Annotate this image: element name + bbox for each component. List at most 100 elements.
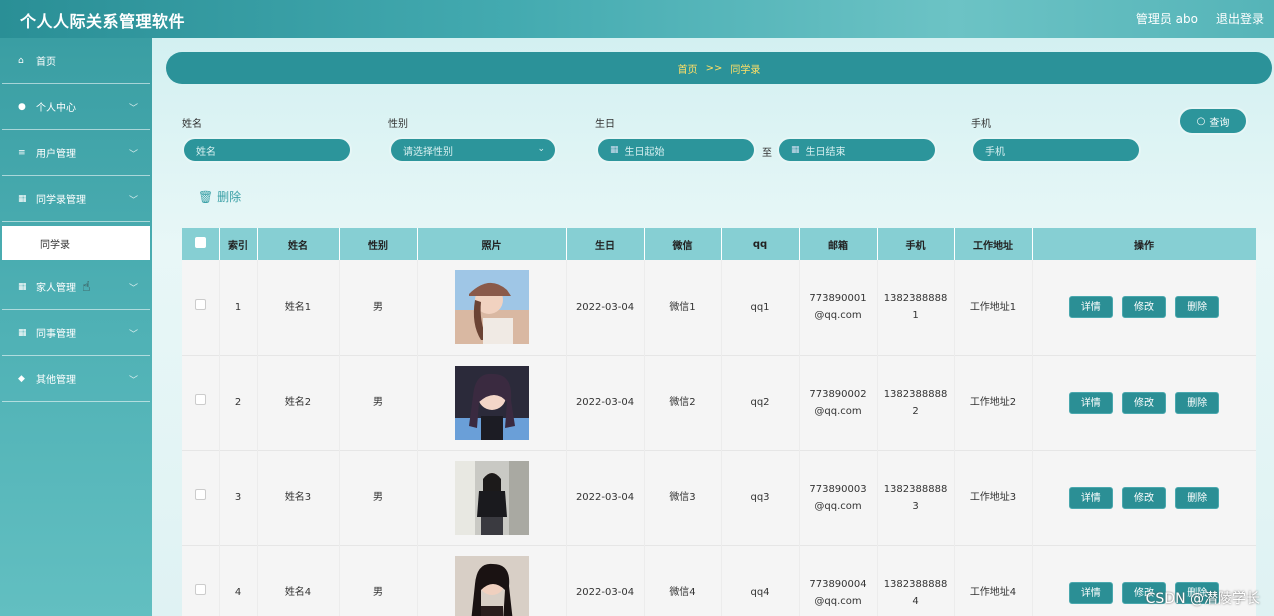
table-header-row: 索引 姓名 性别 照片 生日 微信 qq 邮箱 手机 工作地址 操作 <box>182 228 1256 260</box>
phone-line-1: 1382388888 <box>883 483 948 495</box>
sidebar-item-personal-center[interactable]: ● 个人中心 ﹀ <box>2 84 150 130</box>
cell-index: 1 <box>219 260 258 355</box>
phone-line-1: 1382388888 <box>883 293 948 305</box>
cell-wechat: 微信3 <box>644 450 722 545</box>
cell-actions: 详情 修改 删除 <box>1032 260 1256 355</box>
email-line-2: @qq.com <box>814 595 862 607</box>
breadcrumb-separator: >> <box>705 62 723 74</box>
cell-address: 工作地址1 <box>954 260 1033 355</box>
cell-gender: 男 <box>339 260 418 355</box>
sidebar-item-label: 家人管理 <box>36 283 76 294</box>
batch-delete-button[interactable]: 🗑 删除 <box>198 188 241 205</box>
table-row: 1 姓名1 男 2022-03-04 微信1 qq1 773890001 @qq… <box>182 260 1256 355</box>
sidebar-item-classmates-management[interactable]: ▦ 同学录管理 ﹀ <box>2 176 150 222</box>
grid-icon: ▦ <box>18 327 27 338</box>
chevron-down-icon: ﹀ <box>128 376 138 386</box>
row-checkbox[interactable] <box>182 545 220 616</box>
sidebar: ⌂ 首页 ● 个人中心 ﹀ ≡ 用户管理 ﹀ ▦ 同学录管理 ﹀ 同学录 ▦ 家… <box>0 38 152 616</box>
grid-icon: ▦ <box>18 193 27 204</box>
email-line-2: @qq.com <box>814 310 862 322</box>
grid-icon: ▦ <box>18 281 27 292</box>
col-header-index: 索引 <box>219 228 258 260</box>
cell-name: 姓名3 <box>257 450 340 545</box>
data-table: 索引 姓名 性别 照片 生日 微信 qq 邮箱 手机 工作地址 操作 1 姓名1… <box>182 228 1256 616</box>
cell-email: 773890002 @qq.com <box>799 355 878 450</box>
birthday-start-placeholder: 生日起始 <box>624 146 665 158</box>
chevron-down-icon: ⌄ <box>537 144 545 154</box>
detail-button[interactable]: 详情 <box>1068 296 1113 319</box>
sidebar-item-user-management[interactable]: ≡ 用户管理 ﹀ <box>2 130 150 176</box>
col-header-wechat: 微信 <box>644 228 722 260</box>
col-header-address: 工作地址 <box>954 228 1033 260</box>
email-line-1: 773890004 <box>809 578 867 590</box>
edit-button[interactable]: 修改 <box>1122 486 1166 509</box>
sidebar-item-colleague-management[interactable]: ▦ 同事管理 ﹀ <box>2 310 150 356</box>
cell-phone: 1382388888 3 <box>877 450 955 545</box>
list-icon: ≡ <box>18 147 26 158</box>
thumb-icon: ◆ <box>18 373 25 384</box>
edit-button[interactable]: 修改 <box>1122 296 1166 319</box>
table-row: 3 姓名3 男 2022-03-04 微信3 qq3 773890003 @qq… <box>182 450 1256 545</box>
cell-photo <box>417 260 567 355</box>
delete-button[interactable]: 删除 <box>1175 391 1220 414</box>
col-header-birthday: 生日 <box>566 228 645 260</box>
breadcrumb-home[interactable]: 首页 <box>678 61 698 76</box>
logout-link[interactable]: 退出登录 <box>1216 10 1264 27</box>
person-photo <box>454 555 529 616</box>
app-title: 个人人际关系管理软件 <box>20 12 186 31</box>
delete-button[interactable]: 删除 <box>1175 296 1220 319</box>
birthday-end-input[interactable]: ▦ 生日结束 <box>777 137 937 163</box>
cell-actions: 详情 修改 删除 <box>1032 355 1256 450</box>
user-info: 管理员 abo <box>1135 12 1198 26</box>
home-icon: ⌂ <box>18 55 24 66</box>
col-header-email: 邮箱 <box>799 228 878 260</box>
email-line-2: @qq.com <box>814 405 862 417</box>
edit-button[interactable]: 修改 <box>1122 391 1166 414</box>
name-label: 姓名 <box>182 119 202 130</box>
gender-label: 性别 <box>388 119 408 130</box>
name-placeholder: 姓名 <box>196 146 216 158</box>
row-checkbox[interactable] <box>182 260 220 355</box>
gender-select[interactable]: 请选择性别 ⌄ <box>389 137 557 163</box>
cell-wechat: 微信2 <box>644 355 722 450</box>
birthday-start-input[interactable]: ▦ 生日起始 <box>596 137 756 163</box>
cell-email: 773890003 @qq.com <box>799 450 878 545</box>
sidebar-item-other-management[interactable]: ◆ 其他管理 ﹀ <box>2 356 150 402</box>
cell-index: 3 <box>219 450 258 545</box>
cell-address: 工作地址4 <box>954 545 1033 616</box>
cell-qq: qq1 <box>721 260 800 355</box>
query-button[interactable]: ○ 查询 <box>1178 107 1248 135</box>
cell-birthday: 2022-03-04 <box>566 355 645 450</box>
phone-input[interactable]: 手机 <box>971 137 1141 163</box>
select-all-checkbox[interactable] <box>182 228 220 260</box>
name-input[interactable]: 姓名 <box>182 137 352 163</box>
cell-gender: 男 <box>339 450 418 545</box>
email-line-2: @qq.com <box>814 500 862 512</box>
sidebar-subitem-classmates[interactable]: 同学录 <box>2 226 150 260</box>
cell-qq: qq4 <box>721 545 800 616</box>
delete-button[interactable]: 删除 <box>1175 486 1220 509</box>
sidebar-item-label: 用户管理 <box>36 149 76 160</box>
sidebar-item-family-management[interactable]: ▦ 家人管理 ﹀ <box>2 264 150 310</box>
cell-photo <box>417 450 567 545</box>
sidebar-item-label: 同事管理 <box>36 329 76 340</box>
cell-gender: 男 <box>339 355 418 450</box>
phone-line-1: 1382388888 <box>883 578 948 590</box>
detail-button[interactable]: 详情 <box>1068 581 1113 604</box>
col-header-actions: 操作 <box>1032 228 1256 260</box>
phone-line-2: 1 <box>912 310 919 322</box>
detail-button[interactable]: 详情 <box>1068 391 1113 414</box>
chevron-down-icon: ﹀ <box>128 284 138 294</box>
table-row: 4 姓名4 男 2022-03-04 微信4 qq4 773890004 @qq.… <box>182 545 1256 616</box>
sidebar-item-home[interactable]: ⌂ 首页 <box>2 38 150 84</box>
cell-address: 工作地址3 <box>954 450 1033 545</box>
cell-photo <box>417 545 567 616</box>
cell-name: 姓名4 <box>257 545 340 616</box>
row-checkbox[interactable] <box>182 355 220 450</box>
cell-birthday: 2022-03-04 <box>566 450 645 545</box>
phone-label: 手机 <box>971 119 991 130</box>
cell-qq: qq3 <box>721 450 800 545</box>
row-checkbox[interactable] <box>182 450 220 545</box>
detail-button[interactable]: 详情 <box>1068 486 1113 509</box>
cell-index: 2 <box>219 355 258 450</box>
